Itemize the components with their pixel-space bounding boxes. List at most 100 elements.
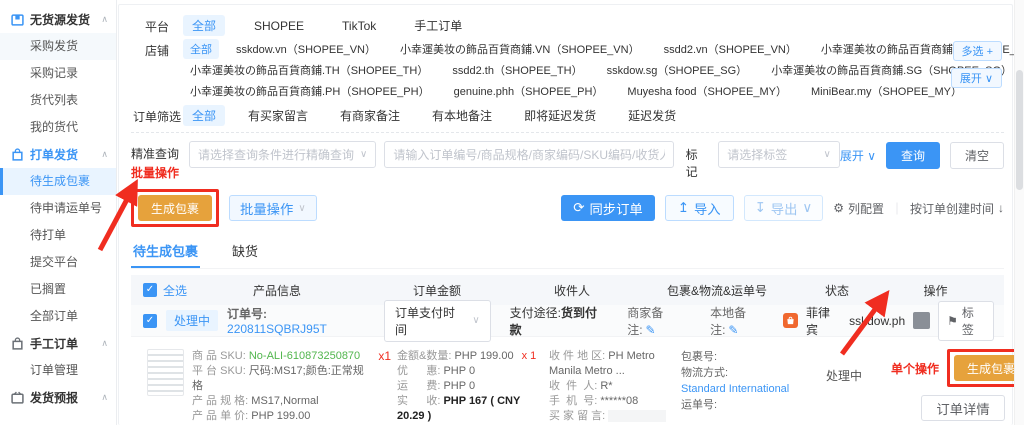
order-filter-option-local-note[interactable]: 有本地备注 (423, 105, 501, 126)
platform-option-shopee[interactable]: SHOPEE (245, 17, 313, 35)
logistics-method-link[interactable]: Standard International (681, 381, 797, 397)
shop-option[interactable]: 小幸運美妆の飾品百貨商鋪.VN（SHOPEE_VN） (393, 39, 647, 59)
platform-option-all[interactable]: 全部 (183, 15, 226, 36)
processing-tag: 处理中 (166, 310, 219, 331)
sidebar-item-pending-packages[interactable]: 待生成包裹 (0, 168, 116, 195)
sidebar-group-label: 手工订单 (30, 337, 79, 351)
shop-option[interactable]: 全部 (183, 39, 219, 59)
import-button[interactable]: ↥ 导入 (664, 195, 734, 221)
order-filter-option-merchant-note[interactable]: 有商家备注 (331, 105, 409, 126)
order-filter-row: 订单筛选 全部 有买家留言 有商家备注 有本地备注 即将延迟发货 延迟发货 (131, 105, 1004, 126)
phone-label: 手 机 号: (549, 395, 598, 407)
sidebar-group-no-source[interactable]: 无货源发货 ∧ (0, 6, 116, 33)
sort-down-icon[interactable]: ↓ (998, 201, 1004, 215)
generate-package-button[interactable]: 生成包裹 (138, 195, 213, 221)
sidebar-item-pending-waybill[interactable]: 待申请运单号 (0, 195, 116, 222)
tag-button[interactable]: ⚑ 标签 (938, 300, 995, 341)
recipient-name-value: R* (600, 380, 613, 392)
tab-out-of-stock[interactable]: 缺货 (230, 235, 260, 268)
column-config-link[interactable]: 列配置 (848, 200, 884, 217)
platform-option-tiktok[interactable]: TikTok (333, 17, 385, 35)
row-checkbox[interactable]: ✓ (143, 313, 157, 328)
sidebar-item-purchase-ship[interactable]: 采购发货 (0, 33, 116, 60)
product-sku-link[interactable]: No-ALI-610873250870 (249, 350, 360, 362)
shop-filter-row: 店铺 全部 sskdow.vn（SHOPEE_VN） 小幸運美妆の飾品百貨商鋪.… (131, 39, 1024, 102)
sidebar-item-purchase-record[interactable]: 采购记录 (0, 60, 116, 87)
order-filter-option-buyer-msg[interactable]: 有买家留言 (239, 105, 317, 126)
shop-option[interactable]: 小幸運美妆の飾品百貨商鋪.TH（SHOPEE_TH） (183, 60, 435, 80)
shop-option[interactable]: sskdow.vn（SHOPEE_VN） (229, 39, 383, 59)
shop-option[interactable]: MiniBear.my（SHOPEE_MY） (804, 81, 969, 101)
sidebar-group-ship-forecast[interactable]: 发货预报 ∧ (0, 384, 116, 411)
edit-icon[interactable]: ✎ (646, 323, 656, 337)
import-icon: ↥ (677, 200, 689, 215)
sort-order-link[interactable]: 按订单创建时间 (910, 200, 994, 217)
precise-query-row: 精准查询 批量操作 请选择查询条件进行精确查询 ∨ 标记 请选择标签 ∨ 展开 … (131, 141, 1005, 181)
sidebar-group-label: 打单发货 (30, 148, 79, 162)
shop-expand-button[interactable]: 展开 ∨ (950, 68, 1002, 88)
select-all-checkbox[interactable]: ✓ (143, 283, 157, 297)
chevron-up-icon[interactable]: ∧ (101, 14, 108, 25)
shop-name: sskdow.ph (849, 313, 906, 328)
query-condition-select[interactable]: 请选择查询条件进行精确查询 ∨ (189, 141, 377, 168)
gear-icon[interactable]: ⚙ (833, 201, 844, 215)
select-all-label[interactable]: 全选 (163, 282, 187, 299)
pay-time-dropdown[interactable]: 订单支付时间 ∨ (384, 299, 491, 342)
sidebar-group-manual-order[interactable]: 手工订单 ∧ (0, 330, 116, 357)
sidebar-item-pending-print[interactable]: 待打单 (0, 222, 116, 249)
shop-option[interactable]: ssdd2.vn（SHOPEE_VN） (657, 39, 804, 59)
shipping-fee-label: 运 费: (397, 380, 441, 392)
tab-pending-packages[interactable]: 待生成包裹 (131, 235, 201, 268)
sidebar-item-submit-platform[interactable]: 提交平台 (0, 249, 116, 276)
precise-query-label: 精准查询 (131, 147, 180, 161)
amount-qty: x 1 (521, 350, 537, 362)
clear-button[interactable]: 清空 (950, 142, 1005, 169)
amount-qty-label: 金额&数量: (397, 350, 452, 362)
platform-sku-label: 平 台 SKU: (192, 365, 246, 377)
shop-label: 店铺 (144, 44, 169, 58)
sidebar-item-all-orders[interactable]: 全部订单 (0, 303, 116, 330)
order-no-link[interactable]: 220811SQBRJ95T (227, 322, 327, 336)
edit-icon[interactable]: ✎ (728, 323, 738, 337)
search-button[interactable]: 查询 (885, 142, 940, 169)
pay-method-label: 支付途径: (509, 305, 561, 320)
sidebar-item-my-forwarder[interactable]: 我的货代 (0, 114, 116, 141)
expand-link[interactable]: 展开 ∨ (840, 147, 876, 164)
chevron-up-icon[interactable]: ∧ (101, 338, 108, 349)
batch-operation-button[interactable]: 批量操作 ∨ (229, 195, 317, 221)
unit-price-label: 产 品 单 价: (192, 410, 249, 422)
query-input[interactable] (384, 141, 674, 168)
order-filter-option-all[interactable]: 全部 (183, 105, 226, 126)
shop-option[interactable]: sskdow.sg（SHOPEE_SG） (600, 60, 755, 80)
shop-option[interactable]: 小幸運美妆の飾品百貨商鋪.PH（SHOPEE_PH） (183, 81, 437, 101)
shop-option[interactable]: genuine.phh（SHOPEE_PH） (447, 81, 611, 101)
spec-value: MS17,Normal (251, 395, 319, 407)
sidebar-group-print-ship[interactable]: 打单发货 ∧ (0, 141, 116, 168)
order-filter-option-late[interactable]: 延迟发货 (619, 105, 685, 126)
chevron-up-icon[interactable]: ∧ (101, 149, 108, 160)
phone-value: ******08 (600, 395, 639, 407)
region-label: 收 件 地 区: (549, 350, 606, 362)
scrollbar-track[interactable] (1014, 0, 1024, 425)
status-cell: 处理中 (825, 369, 862, 383)
divider (131, 132, 1004, 133)
shop-option[interactable]: ssdd2.th（SHOPEE_TH） (445, 60, 589, 80)
multi-select-button[interactable]: 多选 + (952, 41, 1002, 61)
header-recipient: 收件人 (553, 283, 590, 298)
platform-option-manual[interactable]: 手工订单 (405, 15, 471, 36)
sidebar-item-order-manage[interactable]: 订单管理 (0, 357, 116, 384)
product-thumbnail[interactable] (147, 349, 184, 396)
sync-orders-button[interactable]: ⟳ 同步订单 (561, 195, 655, 221)
scrollbar-thumb[interactable] (1016, 70, 1023, 190)
sidebar-item-forwarder-list[interactable]: 货代列表 (0, 87, 116, 114)
order-detail-button[interactable]: 订单详情 (921, 395, 1005, 421)
shopee-icon (782, 313, 798, 328)
chevron-up-icon[interactable]: ∧ (101, 392, 108, 403)
forecast-icon (11, 391, 24, 404)
sidebar-item-shelved[interactable]: 已搁置 (0, 276, 116, 303)
gray-badge[interactable] (913, 312, 931, 329)
order-filter-option-soon-late[interactable]: 即将延迟发货 (515, 105, 605, 126)
tag-select[interactable]: 请选择标签 ∨ (718, 141, 840, 168)
export-button[interactable]: ↧ 导出 ∨ (743, 195, 824, 221)
shop-option[interactable]: Muyesha food（SHOPEE_MY） (620, 81, 794, 101)
